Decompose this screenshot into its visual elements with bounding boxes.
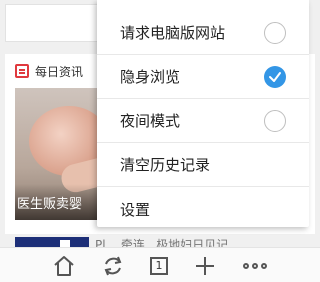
menu-item-label: 夜间模式: [120, 112, 181, 130]
menu-item-label: 请求电脑版网站: [120, 24, 226, 42]
refresh-icon: [104, 256, 122, 276]
home-icon: [54, 256, 74, 276]
menu-item-label: 隐身浏览: [120, 68, 181, 86]
incognito-toggle[interactable]: [264, 65, 286, 88]
more-button[interactable]: [240, 254, 270, 278]
tab-count: 1: [150, 257, 168, 275]
more-icon: [243, 263, 267, 269]
refresh-button[interactable]: [101, 254, 125, 278]
overflow-menu: 请求电脑版网站 隐身浏览 夜间模式 清空历史记录 设置: [97, 0, 309, 227]
desktop-site-toggle[interactable]: [264, 21, 286, 44]
menu-item-night-mode[interactable]: 夜间模式: [97, 99, 309, 143]
menu-item-settings[interactable]: 设置: [97, 187, 309, 231]
menu-item-clear-history[interactable]: 清空历史记录: [97, 143, 309, 187]
home-button[interactable]: [52, 254, 76, 278]
news-section-title: 每日资讯: [35, 64, 84, 79]
night-mode-toggle[interactable]: [264, 109, 286, 132]
check-icon: [269, 71, 281, 82]
menu-item-desktop-site[interactable]: 请求电脑版网站: [97, 11, 309, 55]
plus-icon: [196, 257, 214, 275]
new-tab-button[interactable]: [193, 254, 217, 278]
news-header: 每日资讯: [15, 61, 83, 81]
menu-item-label: 清空历史记录: [120, 156, 211, 174]
menu-item-label: 设置: [120, 200, 151, 219]
menu-item-incognito[interactable]: 隐身浏览: [97, 55, 309, 99]
news-icon: [15, 64, 29, 78]
bottom-toolbar: 1: [0, 247, 320, 282]
tabs-button[interactable]: 1: [147, 254, 171, 278]
